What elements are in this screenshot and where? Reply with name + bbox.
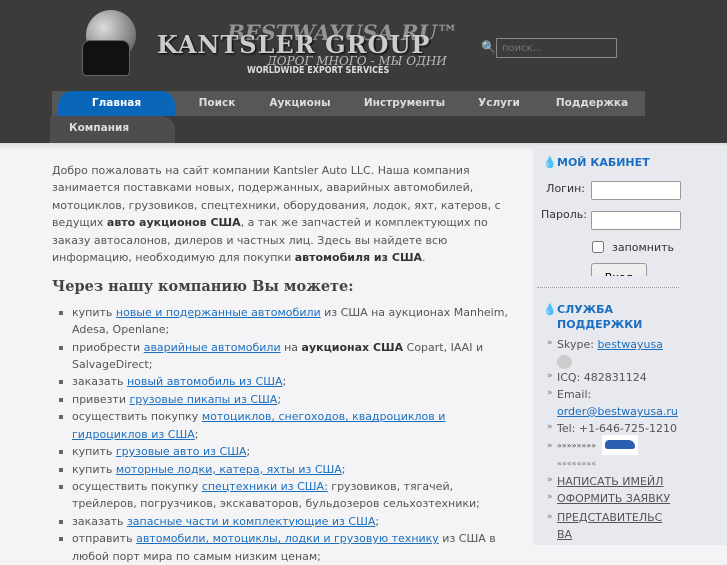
text: купить — [72, 445, 116, 459]
service-link[interactable]: новые и подержанные автомобили — [116, 306, 321, 319]
write-email-link[interactable]: НАПИСАТЬ ИМЕЙЛ — [547, 475, 663, 488]
section-heading: Через нашу компанию Вы можете: — [52, 278, 354, 296]
text: заказать — [72, 375, 127, 389]
main-nav: Главная Поиск Аукционы Инструменты Услуг… — [52, 91, 645, 116]
service-link[interactable]: грузовые авто из США — [116, 445, 247, 458]
service-link[interactable]: новый автомобиль из США — [127, 375, 283, 388]
text: ; — [246, 445, 251, 459]
subnav-company[interactable]: Компания — [50, 116, 175, 143]
login-input[interactable] — [591, 181, 681, 200]
text: ; — [341, 462, 346, 476]
intro-paragraph: Добро пожаловать на сайт компании Kantsl… — [52, 162, 519, 266]
nav-tools[interactable]: Инструменты — [357, 91, 452, 116]
nav-support[interactable]: Поддержка — [547, 91, 637, 116]
bold-text: автомобиля из США — [294, 251, 423, 265]
text: приобрести — [72, 340, 144, 354]
text: отправить — [72, 532, 137, 546]
text: ; — [375, 514, 380, 528]
site-header: BESTWAYUSA.RU™ KANTSLER GROUP ДОРОГ МНОГ… — [0, 0, 727, 143]
list-item: купить моторные лодки, катера, яхты из С… — [59, 461, 519, 478]
list-item: приобрести аварийные автомобили на аукци… — [59, 339, 519, 374]
order-request-link[interactable]: ОФОРМИТЬ ЗАЯВКУ — [547, 492, 670, 505]
tel-item: Tel: +1-646-725-1210 — [547, 422, 677, 435]
text: заказать — [72, 514, 127, 528]
login-label: Логин: — [546, 182, 585, 195]
text: купить — [72, 305, 116, 319]
icq-item: ICQ: 482831124 — [547, 371, 647, 384]
skype-link[interactable]: bestwayusa — [597, 338, 662, 351]
bold-text: авто аукционов США — [106, 216, 241, 230]
email-label: Email: — [547, 388, 591, 401]
service-link[interactable]: грузовые пикапы из США — [129, 393, 277, 406]
list-item: заказать новый автомобиль из США; — [59, 373, 519, 390]
list-item: привезти грузовые пикапы из США; — [59, 391, 519, 408]
car-logo-icon — [82, 40, 130, 76]
list-item: заказать запасные части и комплектующие … — [59, 513, 519, 530]
service-link[interactable]: спецтехники из США: — [202, 480, 328, 493]
list-item: осуществить покупку мотоциклов, снегоход… — [59, 408, 519, 443]
list-item: осуществить покупку спецтехники из США: … — [59, 478, 519, 513]
nav-search[interactable]: Поиск — [187, 91, 247, 116]
search-icon[interactable]: 🔍 — [481, 40, 496, 54]
divider — [537, 287, 679, 288]
text: ; — [194, 427, 199, 441]
drop-icon: 💧 — [543, 156, 557, 169]
text: привезти — [72, 392, 130, 406]
skype-item: Skype: bestwayusa — [547, 338, 663, 351]
car-image — [602, 435, 638, 455]
login-button[interactable]: Вход — [591, 263, 647, 276]
sidebar: 💧 МОЙ КАБИНЕТ Логин: Пароль: запомнить В… — [533, 145, 727, 545]
services-list: купить новые и подержанные автомобили из… — [52, 304, 519, 565]
logo-tagline: WORLDWIDE EXPORT SERVICES — [247, 65, 390, 76]
main-content: Добро пожаловать на сайт компании Kantsl… — [52, 162, 519, 565]
bold-text: аукционах США — [301, 340, 404, 354]
text: осуществить покупку — [72, 410, 202, 424]
list-item: отправить автомобили, мотоциклы, лодки и… — [59, 530, 519, 565]
logo[interactable]: BESTWAYUSA.RU™ KANTSLER GROUP ДОРОГ МНОГ… — [82, 8, 472, 88]
text: ; — [277, 392, 282, 406]
text: ; — [282, 375, 287, 389]
support-title: СЛУЖБА ПОДДЕРЖКИ — [557, 303, 643, 331]
email-link[interactable]: order@bestwayusa.ru — [557, 405, 678, 418]
cabinet-title: МОЙ КАБИНЕТ — [557, 156, 650, 169]
drop-icon: 💧 — [543, 303, 557, 316]
text: осуществить покупку — [72, 479, 202, 493]
password-label: Пароль: — [541, 208, 587, 221]
nav-home[interactable]: Главная — [58, 91, 175, 116]
nav-services[interactable]: Услуги — [470, 91, 528, 116]
remember-label: запомнить — [612, 241, 675, 254]
list-item: купить грузовые авто из США; — [59, 443, 519, 460]
skype-status-icon — [557, 355, 572, 369]
service-link[interactable]: запасные части и комплектующие из США — [127, 515, 375, 528]
service-link[interactable]: аварийные автомобили — [144, 341, 281, 354]
skype-label: Skype: — [557, 338, 594, 351]
remember-checkbox[interactable] — [592, 241, 604, 253]
arrows-left: «««««««« — [557, 459, 597, 468]
search-input[interactable] — [496, 38, 617, 58]
password-input[interactable] — [591, 211, 681, 230]
arrows-right: »»»»»»»» — [547, 441, 596, 451]
service-link[interactable]: моторные лодки, катера, яхты из США — [116, 463, 342, 476]
text: купить — [72, 462, 116, 476]
list-item: купить новые и подержанные автомобили из… — [59, 304, 519, 339]
nav-auctions[interactable]: Аукционы — [260, 91, 340, 116]
text: . — [422, 251, 426, 265]
representatives-link[interactable]: ПРЕДСТАВИТЕЛЬСВА — [547, 509, 667, 543]
service-link[interactable]: автомобили, мотоциклы, лодки и грузовую … — [136, 532, 439, 545]
text: на — [280, 340, 302, 354]
